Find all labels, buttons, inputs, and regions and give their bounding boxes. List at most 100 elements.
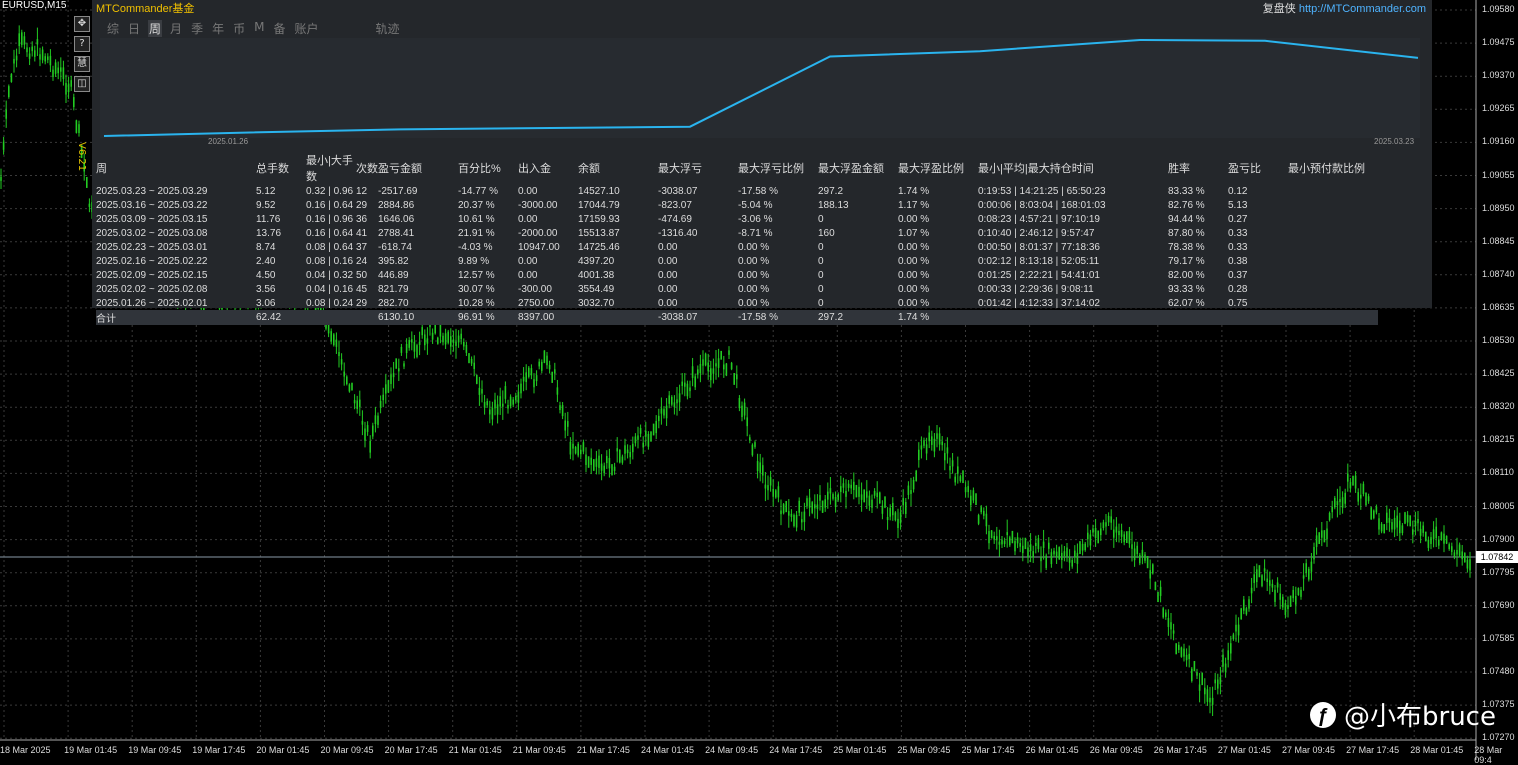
- candle-body: [398, 368, 400, 372]
- candle-body: [959, 476, 962, 482]
- candle-body: [372, 425, 374, 437]
- pin-icon[interactable]: 慧: [74, 56, 90, 72]
- panel-link[interactable]: 复盘侠 http://MTCommander.com: [1263, 0, 1426, 16]
- candle-body: [1100, 528, 1102, 536]
- candle-body: [816, 504, 819, 509]
- candle-body: [1198, 684, 1201, 691]
- table-cell: 4.50: [256, 269, 276, 281]
- table-cell: 3.06: [256, 297, 276, 309]
- table-row[interactable]: 2025.03.16 ~ 2025.03.22 9.52 0.16 | 0.64 29…: [96, 198, 1378, 212]
- table-row[interactable]: 2025.03.23 ~ 2025.03.29 5.12 0.32 | 0.96 12…: [96, 184, 1378, 198]
- candle-body: [333, 334, 335, 346]
- table-row[interactable]: 2025.03.02 ~ 2025.03.08 13.76 0.16 | 0.64 4…: [96, 226, 1378, 240]
- tab-2[interactable]: 周: [148, 20, 163, 37]
- candle-body: [330, 331, 332, 342]
- candle-body: [54, 62, 57, 74]
- total-cell: [1288, 310, 1378, 325]
- candle-body: [1237, 624, 1240, 636]
- table-cell: 2.40: [256, 255, 276, 267]
- help-icon[interactable]: ?: [74, 36, 90, 52]
- tab-9[interactable]: 账户: [293, 20, 319, 37]
- tab-4[interactable]: 季: [190, 20, 204, 37]
- candle-body: [1133, 548, 1136, 561]
- table-cell: 0.00: [658, 241, 678, 253]
- candle-body: [23, 36, 26, 45]
- tab-1[interactable]: 日: [127, 20, 141, 37]
- candle-body: [1206, 689, 1209, 702]
- table-cell: 24: [356, 255, 368, 267]
- candle-body: [1440, 532, 1443, 540]
- candle-body: [1318, 532, 1320, 544]
- candle-body: [1048, 542, 1050, 549]
- tab-3[interactable]: 月: [169, 20, 183, 37]
- table-row[interactable]: 2025.03.09 ~ 2025.03.15 11.76 0.16 | 0.96 3…: [96, 212, 1378, 226]
- candle-body: [715, 363, 717, 367]
- candle-body: [1344, 492, 1346, 504]
- candle-body: [728, 350, 730, 355]
- candle-body: [983, 510, 985, 516]
- tab-7[interactable]: M: [253, 20, 265, 37]
- current-price-badge: 1.07842: [1476, 551, 1518, 563]
- candle-body: [1250, 587, 1253, 594]
- table-row[interactable]: 2025.02.02 ~ 2025.02.08 3.56 0.04 | 0.16 45…: [96, 282, 1378, 296]
- panel-link-url[interactable]: http://MTCommander.com: [1299, 3, 1426, 15]
- column-header: 次数: [356, 163, 378, 175]
- candle-body: [868, 495, 871, 506]
- price-label: 1.09055: [1482, 169, 1515, 180]
- candle-body: [637, 435, 639, 440]
- table-cell: 2025.03.16 ~ 2025.03.22: [96, 199, 208, 211]
- candle-body: [990, 530, 993, 539]
- candle-body: [346, 376, 348, 385]
- window-icon[interactable]: ◫: [74, 76, 90, 92]
- tab-8[interactable]: 备: [272, 20, 286, 37]
- column-header: 周: [96, 163, 107, 175]
- price-label: 1.09265: [1482, 103, 1515, 114]
- table-cell: 4397.20: [578, 255, 615, 267]
- candle-body: [1339, 499, 1341, 503]
- candle-body: [473, 362, 475, 369]
- table-row[interactable]: 2025.01.26 ~ 2025.02.01 3.06 0.08 | 0.24 29…: [96, 296, 1378, 310]
- candle-body: [595, 458, 598, 467]
- candle-body: [1360, 494, 1362, 499]
- table-row[interactable]: 2025.02.09 ~ 2025.02.15 4.50 0.04 | 0.32 50…: [96, 268, 1378, 282]
- candle-body: [847, 483, 850, 488]
- candle-body: [1253, 574, 1255, 583]
- candle-body: [1204, 687, 1206, 695]
- watermark-text: @小布bruce: [1344, 702, 1496, 732]
- tab-0[interactable]: 综: [106, 20, 120, 37]
- candle-body: [1245, 608, 1248, 615]
- table-cell: 82.76 %: [1168, 199, 1205, 211]
- candle-body: [1432, 529, 1435, 540]
- candle-body: [452, 339, 455, 343]
- tab-10[interactable]: 轨迹: [375, 20, 401, 37]
- candle-body: [60, 67, 62, 72]
- table-row[interactable]: 2025.02.16 ~ 2025.02.22 2.40 0.08 | 0.16 24…: [96, 254, 1378, 268]
- table-cell: [1288, 212, 1378, 226]
- candle-body: [1196, 672, 1198, 676]
- tab-6[interactable]: 币: [232, 20, 246, 37]
- candle-body: [1417, 518, 1419, 524]
- candle-body: [1263, 568, 1266, 572]
- table-cell: 0.37: [1228, 269, 1248, 281]
- candle-body: [1110, 516, 1112, 523]
- candle-body: [551, 371, 553, 383]
- table-cell: 0: [818, 269, 824, 281]
- candle-body: [567, 421, 569, 427]
- tab-5[interactable]: 年: [211, 20, 225, 37]
- candle-body: [694, 376, 696, 388]
- candle-body: [907, 485, 910, 495]
- candle-body: [1393, 517, 1396, 530]
- mtcommander-panel: MTCommander基金 复盘侠 http://MTCommander.com…: [92, 0, 1432, 325]
- table-cell: 160: [818, 227, 835, 239]
- candle-body: [1409, 515, 1411, 527]
- candle-body: [1315, 535, 1318, 547]
- candle-body: [855, 484, 858, 498]
- panel-title: MTCommander基金: [96, 3, 195, 15]
- candle-body: [720, 350, 722, 360]
- table-row[interactable]: 2025.02.23 ~ 2025.03.01 8.74 0.08 | 0.64 37…: [96, 240, 1378, 254]
- candle-body: [1027, 547, 1029, 558]
- candle-body: [1191, 668, 1193, 681]
- candle-body: [749, 437, 751, 441]
- move-icon[interactable]: ✥: [74, 16, 90, 32]
- table-cell: 0.00: [658, 283, 678, 295]
